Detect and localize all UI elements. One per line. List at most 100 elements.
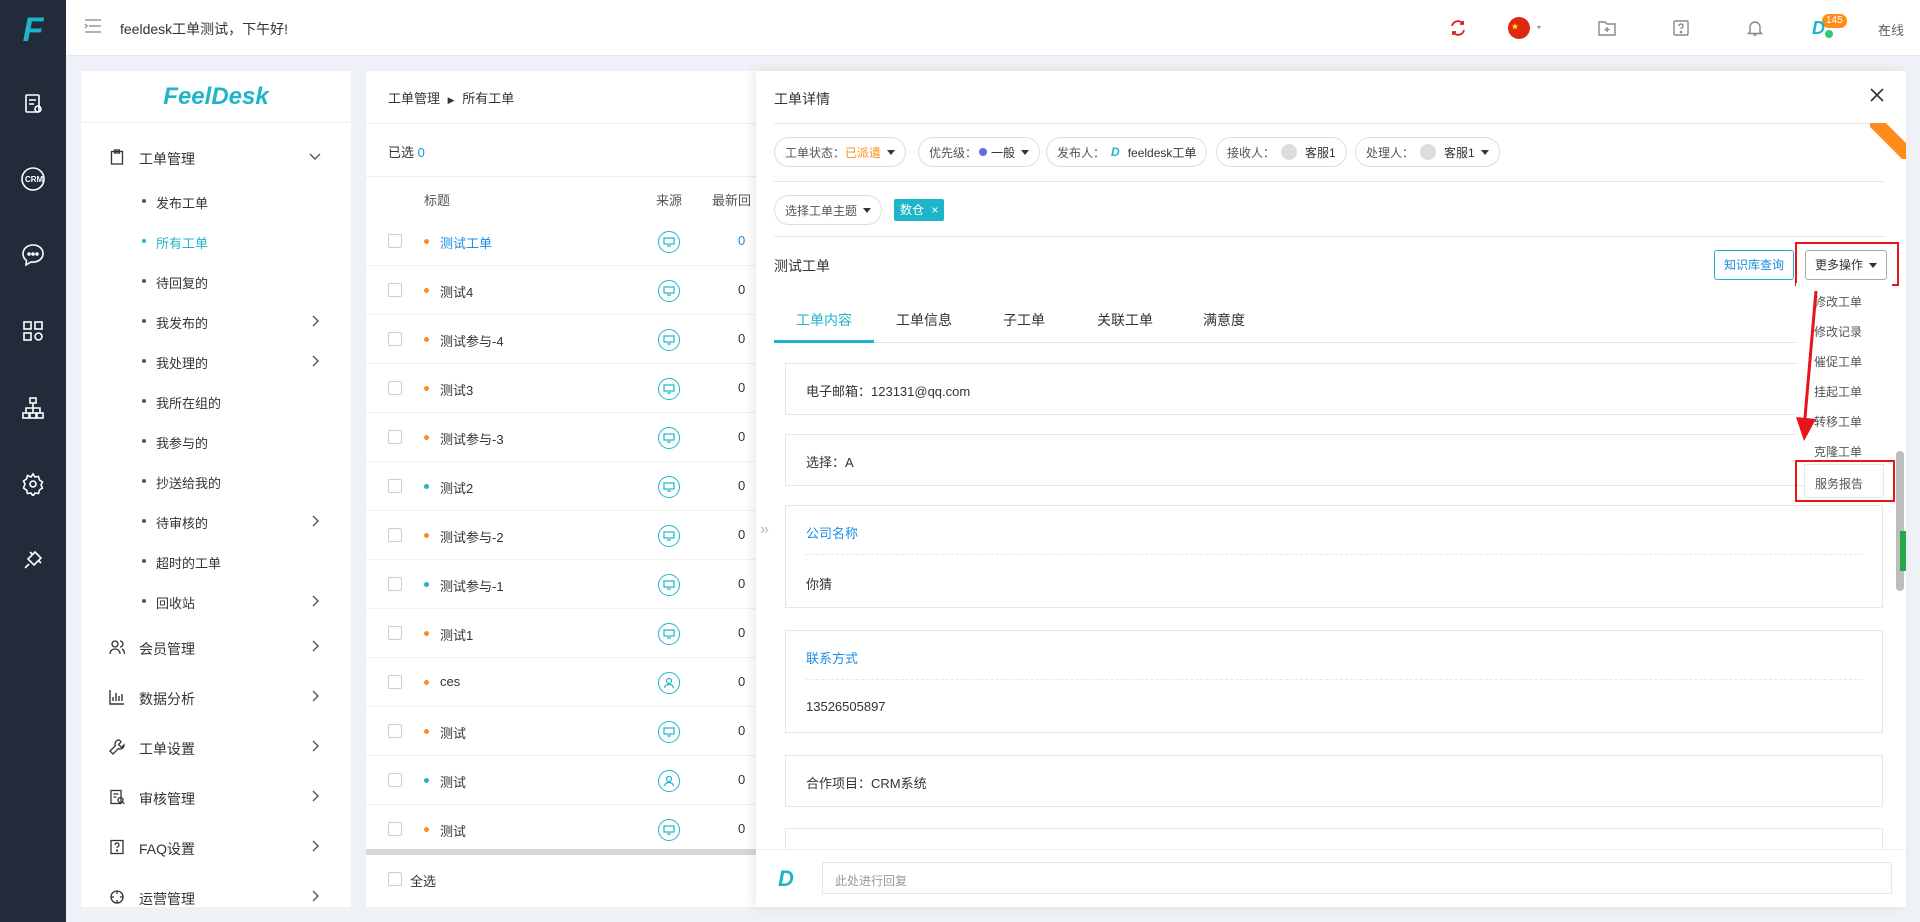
row-title[interactable]: 测试参与-1 (440, 576, 504, 595)
user-avatar-icon[interactable]: D (1810, 15, 1834, 39)
bell-icon[interactable] (1743, 16, 1767, 40)
row-title[interactable]: ces (440, 674, 460, 689)
sidebar-item-publish-ticket[interactable]: 发布工单 (81, 181, 351, 221)
table-row[interactable]: 测试3 0 (366, 364, 756, 413)
tab-sub-ticket[interactable]: 子工单 (1003, 310, 1045, 330)
receiver-chip[interactable]: 接收人： 客服1 (1216, 137, 1347, 167)
tag-close-icon[interactable]: × (931, 203, 938, 217)
row-checkbox[interactable] (388, 283, 402, 297)
row-title[interactable]: 测试参与-3 (440, 429, 504, 448)
org-chart-icon[interactable] (18, 393, 48, 423)
sidebar-group-faq-settings[interactable]: FAQ设置 (81, 827, 351, 867)
crm-icon[interactable]: CRM (18, 164, 48, 194)
publisher-chip[interactable]: 发布人： D feeldesk工单 (1046, 137, 1208, 167)
sidebar-group-ticket-settings[interactable]: 工单设置 (81, 727, 351, 767)
sidebar-group-ticket-management[interactable]: 工单管理 (81, 137, 351, 177)
select-all-label[interactable]: 全选 (410, 871, 436, 890)
status-caret-icon[interactable] (1879, 25, 1889, 31)
horizontal-scrollbar[interactable] (366, 849, 756, 855)
row-checkbox[interactable] (388, 675, 402, 689)
help-icon[interactable] (1669, 16, 1693, 40)
tab-ticket-content[interactable]: 工单内容 (796, 310, 852, 330)
row-checkbox[interactable] (388, 430, 402, 444)
row-checkbox[interactable] (388, 822, 402, 836)
chat-icon[interactable] (18, 240, 48, 270)
sidebar-item-all-tickets[interactable]: 所有工单 (81, 221, 351, 261)
feeldesk-logo[interactable]: FeelDesk (81, 71, 351, 123)
row-title[interactable]: 测试2 (440, 478, 473, 497)
row-checkbox[interactable] (388, 332, 402, 346)
tab-ticket-info[interactable]: 工单信息 (896, 310, 952, 330)
row-checkbox[interactable] (388, 381, 402, 395)
status-chip[interactable]: 工单状态： 已派遣 (774, 137, 907, 167)
table-row[interactable]: 测试参与-4 0 (366, 315, 756, 364)
sidebar-item-overdue[interactable]: 超时的工单 (81, 541, 351, 581)
table-row[interactable]: 测试参与-3 0 (366, 413, 756, 462)
row-title[interactable]: 测试工单 (440, 233, 492, 252)
column-title[interactable]: 标题 (424, 190, 450, 209)
sidebar-group-data-analysis[interactable]: 数据分析 (81, 677, 351, 717)
tab-related-ticket[interactable]: 关联工单 (1097, 310, 1153, 330)
row-checkbox[interactable] (388, 234, 402, 248)
wrench-icon (109, 739, 125, 755)
sidebar-item-pending-reply[interactable]: 待回复的 (81, 261, 351, 301)
row-checkbox[interactable] (388, 626, 402, 640)
row-checkbox[interactable] (388, 724, 402, 738)
table-row[interactable]: 测试4 0 (366, 266, 756, 315)
breadcrumb-root[interactable]: 工单管理 (388, 91, 440, 106)
table-row[interactable]: 测试参与-2 0 (366, 511, 756, 560)
new-folder-icon[interactable] (1595, 16, 1619, 40)
table-row[interactable]: 测试1 0 (366, 609, 756, 658)
collapse-panel-icon[interactable]: » (760, 521, 769, 539)
table-row[interactable]: 测试 0 (366, 756, 756, 805)
sidebar-item-cc-to-me[interactable]: 抄送给我的 (81, 461, 351, 501)
sidebar-group-member-management[interactable]: 会员管理 (81, 627, 351, 667)
table-row[interactable]: 测试参与-1 0 (366, 560, 756, 609)
table-row[interactable]: 测试 0 (366, 805, 756, 854)
row-checkbox[interactable] (388, 528, 402, 542)
sync-icon[interactable] (1446, 16, 1470, 40)
reply-input[interactable]: 此处进行回复 (822, 862, 1892, 894)
close-icon[interactable] (1868, 86, 1886, 104)
topic-tag[interactable]: 数仓 × (894, 199, 945, 221)
kb-search-button[interactable]: 知识库查询 (1714, 250, 1795, 280)
sidebar-item-my-published[interactable]: 我发布的 (81, 301, 351, 341)
table-row[interactable]: ces 0 (366, 658, 756, 707)
plugin-icon[interactable] (18, 545, 48, 575)
sidebar-item-my-participated[interactable]: 我参与的 (81, 421, 351, 461)
table-row[interactable]: 测试工单 0 (366, 217, 756, 266)
sidebar-item-recycle-bin[interactable]: 回收站 (81, 581, 351, 621)
row-title[interactable]: 测试1 (440, 625, 473, 644)
table-row[interactable]: 测试 0 (366, 707, 756, 756)
menu-toggle-icon[interactable] (84, 18, 102, 34)
row-title[interactable]: 测试3 (440, 380, 473, 399)
sidebar-group-review-management[interactable]: 审核管理 (81, 777, 351, 817)
chevron-right-icon (309, 740, 321, 752)
sidebar-item-pending-review[interactable]: 待审核的 (81, 501, 351, 541)
app-logo-icon[interactable]: F (15, 12, 51, 48)
sidebar-group-operations[interactable]: 运营管理 (81, 877, 351, 907)
sidebar-item-my-handled[interactable]: 我处理的 (81, 341, 351, 381)
ticket-icon[interactable] (18, 89, 48, 119)
settings-icon[interactable] (18, 469, 48, 499)
row-title[interactable]: 测试 (440, 821, 466, 840)
row-checkbox[interactable] (388, 577, 402, 591)
topic-select-chip[interactable]: 选择工单主题 (774, 195, 883, 225)
row-title[interactable]: 测试参与-4 (440, 331, 504, 350)
row-title[interactable]: 测试 (440, 772, 466, 791)
select-all-checkbox[interactable] (388, 872, 402, 886)
row-title[interactable]: 测试 (440, 723, 466, 742)
table-row[interactable]: 测试2 0 (366, 462, 756, 511)
language-flag-icon[interactable] (1507, 16, 1547, 40)
row-title[interactable]: 测试参与-2 (440, 527, 504, 546)
row-checkbox[interactable] (388, 479, 402, 493)
row-checkbox[interactable] (388, 773, 402, 787)
row-title[interactable]: 测试4 (440, 282, 473, 301)
handler-chip[interactable]: 处理人： 客服1 (1355, 137, 1500, 167)
tab-satisfaction[interactable]: 满意度 (1203, 310, 1245, 330)
column-latest[interactable]: 最新回 (712, 190, 751, 209)
priority-chip[interactable]: 优先级： 一般 (918, 137, 1041, 167)
sidebar-item-my-group[interactable]: 我所在组的 (81, 381, 351, 421)
apps-icon[interactable] (18, 316, 48, 346)
column-source[interactable]: 来源 (656, 190, 682, 209)
